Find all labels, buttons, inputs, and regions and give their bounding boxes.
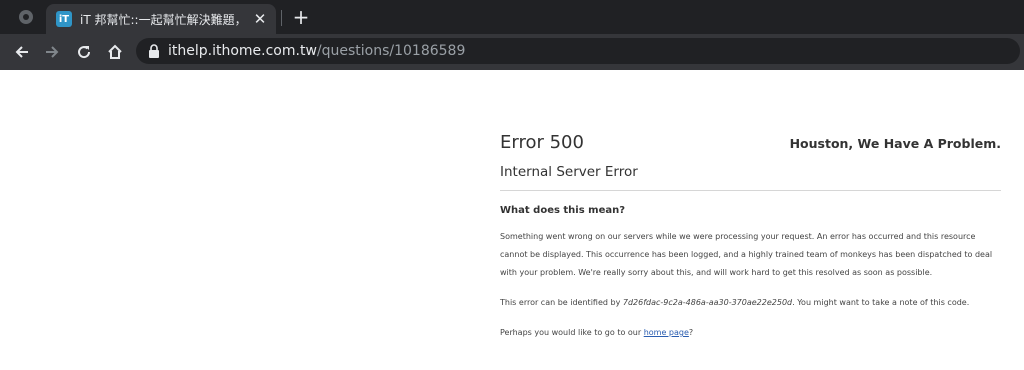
home-page-link[interactable]: home page — [644, 328, 689, 337]
site-favicon-icon: iT — [56, 11, 72, 27]
active-tab[interactable]: iT iT 邦幫忙::一起幫忙解決難題，拯 ✕ — [46, 4, 276, 34]
forward-button[interactable] — [40, 40, 64, 64]
error-id-prefix: This error can be identified by — [500, 298, 623, 307]
url-text[interactable]: ithelp.ithome.com.tw/questions/10186589 — [168, 43, 465, 59]
error-header: Error 500 Houston, We Have A Problem. — [500, 128, 1001, 162]
home-page-line: Perhaps you would like to go to our home… — [500, 324, 1001, 342]
back-arrow-icon — [15, 46, 28, 58]
tab-close-icon[interactable]: ✕ — [252, 10, 268, 28]
error-id-suffix: . You might want to take a note of this … — [792, 298, 970, 307]
tab-strip: iT iT 邦幫忙::一起幫忙解決難題，拯 ✕ + — [0, 0, 1024, 34]
error-id-code: 7d26fdac-9c2a-486a-aa30-370ae22e250d — [622, 298, 793, 307]
home-suffix: ? — [688, 328, 694, 337]
error-explanation: Something went wrong on our servers whil… — [500, 232, 993, 277]
tab-title: iT 邦幫忙::一起幫忙解決難題，拯 — [80, 12, 246, 27]
tab-separator — [281, 10, 282, 26]
url-host: ithelp.ithome.com.tw — [168, 43, 317, 59]
home-prefix: Perhaps you would like to go to our — [500, 328, 644, 337]
section-heading: What does this mean? — [500, 205, 626, 216]
address-bar[interactable]: ithelp.ithome.com.tw/questions/10186589 — [136, 38, 1020, 64]
divider — [500, 190, 1001, 191]
error-subtitle: Internal Server Error — [500, 164, 638, 180]
home-icon — [108, 44, 122, 59]
home-button[interactable] — [103, 40, 127, 64]
reload-icon — [78, 46, 91, 59]
globe-icon — [19, 10, 33, 24]
url-path: /questions/10186589 — [316, 43, 466, 59]
reload-button[interactable] — [72, 40, 96, 64]
error-code-heading: Error 500 — [500, 132, 584, 153]
inactive-tab[interactable] — [8, 5, 44, 29]
error-tagline: Houston, We Have A Problem. — [789, 136, 1001, 151]
error-content: Error 500 Houston, We Have A Problem. In… — [500, 128, 1001, 342]
lock-icon[interactable] — [148, 44, 160, 58]
error-id-line: This error can be identified by 7d26fdac… — [500, 294, 1001, 312]
back-button[interactable] — [10, 40, 34, 64]
forward-arrow-icon — [46, 46, 59, 58]
new-tab-button[interactable]: + — [290, 6, 312, 28]
